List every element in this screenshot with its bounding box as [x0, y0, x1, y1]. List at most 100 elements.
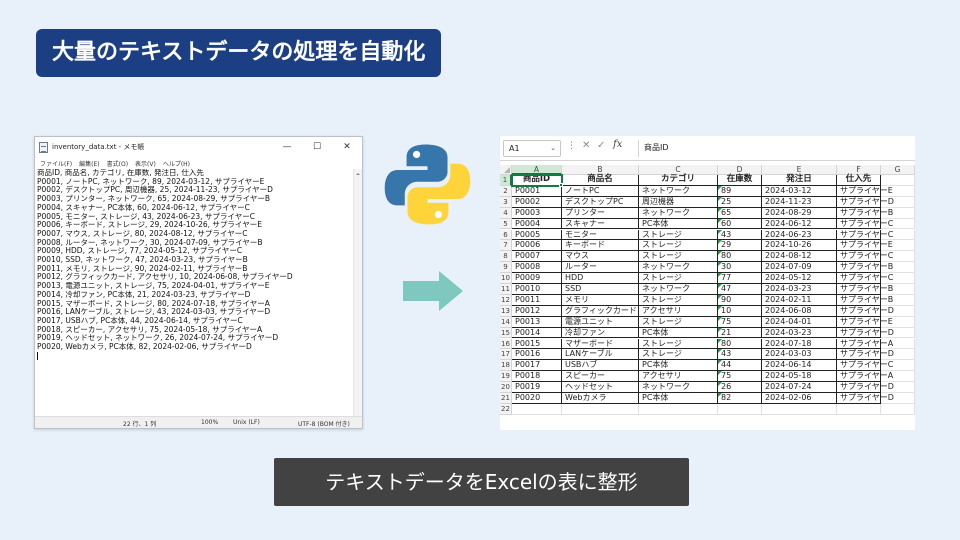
table-cell[interactable]: 47	[718, 284, 762, 295]
table-cell[interactable]: スピーカー	[562, 371, 639, 383]
table-cell[interactable]: P0014	[512, 327, 562, 339]
row-header[interactable]: 17	[500, 349, 512, 361]
table-cell[interactable]: ストレージ	[639, 349, 718, 361]
table-cell[interactable]: 2024-03-23	[762, 327, 837, 339]
table-cell[interactable]: サプライヤーD	[837, 196, 894, 208]
notepad-menu-item[interactable]: 編集(E)	[79, 159, 99, 168]
name-box[interactable]: A1 ⌄	[503, 140, 561, 157]
table-cell[interactable]: P0010	[512, 284, 562, 295]
table-cell[interactable]: 25	[718, 196, 762, 208]
row-header[interactable]: 7	[500, 240, 512, 252]
table-cell[interactable]: アクセサリ	[639, 371, 718, 383]
table-cell[interactable]	[881, 175, 915, 186]
row-header[interactable]: 10	[500, 273, 512, 284]
table-cell[interactable]	[881, 327, 915, 339]
table-cell[interactable]: ネットワーク	[639, 207, 718, 219]
table-cell[interactable]: 10	[718, 305, 762, 317]
notepad-menu-item[interactable]: ファイル(F)	[40, 159, 72, 168]
table-cell[interactable]	[881, 251, 915, 263]
table-cell[interactable]	[881, 393, 915, 404]
table-cell[interactable]: 2024-03-12	[762, 185, 837, 197]
header-cell[interactable]: 商品ID	[512, 174, 562, 186]
table-cell[interactable]	[881, 284, 915, 295]
table-cell[interactable]	[881, 294, 915, 306]
table-cell[interactable]: P0009	[512, 273, 562, 284]
table-cell[interactable]: 75	[718, 371, 762, 383]
table-cell[interactable]: ストレージ	[639, 273, 718, 284]
row-header[interactable]: 13	[500, 305, 512, 317]
row-header[interactable]: 9	[500, 262, 512, 274]
insert-function-icon[interactable]: fx	[613, 139, 622, 150]
table-cell[interactable]: ネットワーク	[639, 262, 718, 274]
table-cell[interactable]: P0011	[512, 294, 562, 306]
table-cell[interactable]: 2024-06-14	[762, 360, 837, 372]
table-cell[interactable]	[881, 218, 915, 230]
table-cell[interactable]: サプライヤーD	[837, 393, 894, 404]
minimize-icon[interactable]: —	[272, 142, 302, 152]
table-cell[interactable]: 2024-07-18	[762, 338, 837, 350]
table-cell[interactable]: サプライヤーC	[837, 360, 893, 372]
table-cell[interactable]: サプライヤーD	[837, 327, 894, 339]
table-cell[interactable]	[881, 316, 915, 328]
table-cell[interactable]: サプライヤーA	[837, 371, 893, 383]
select-all-button[interactable]	[500, 165, 512, 175]
table-cell[interactable]: 80	[718, 251, 762, 263]
enter-check-icon[interactable]: ✓	[597, 140, 605, 151]
table-cell[interactable]	[881, 185, 915, 197]
table-cell[interactable]: 2024-05-18	[762, 371, 837, 383]
notepad-menu-item[interactable]: 書式(O)	[107, 159, 128, 168]
table-cell[interactable]: 2024-08-29	[762, 207, 837, 219]
fill-handle[interactable]	[559, 182, 563, 187]
table-cell[interactable]: サプライヤーD	[837, 349, 894, 361]
row-header[interactable]: 11	[500, 284, 512, 295]
table-cell[interactable]: ストレージ	[639, 251, 718, 263]
table-cell[interactable]: PC本体	[639, 218, 718, 230]
table-cell[interactable]: P0003	[512, 207, 562, 219]
table-cell[interactable]: HDD	[562, 273, 639, 284]
table-cell[interactable]	[881, 229, 915, 241]
table-cell[interactable]: 2024-06-12	[762, 218, 837, 230]
table-cell[interactable]: 2024-06-08	[762, 305, 837, 317]
table-cell[interactable]: Webカメラ	[562, 393, 639, 404]
table-cell[interactable]: PC本体	[639, 327, 718, 339]
header-cell[interactable]: カテゴリ	[639, 174, 718, 186]
table-cell[interactable]: P0013	[512, 316, 562, 328]
row-header[interactable]: 3	[500, 196, 512, 208]
table-cell[interactable]	[881, 240, 915, 252]
table-cell[interactable]: P0018	[512, 371, 562, 383]
table-cell[interactable]: P0007	[512, 251, 562, 263]
table-cell[interactable]: サプライヤーD	[837, 305, 894, 317]
table-cell[interactable]: サプライヤーB	[837, 262, 893, 274]
table-cell[interactable]: 44	[718, 360, 762, 372]
table-cell[interactable]: 2024-07-09	[762, 262, 837, 274]
row-header[interactable]: 20	[500, 382, 512, 393]
row-header[interactable]: 5	[500, 218, 512, 230]
table-cell[interactable]: 82	[718, 393, 762, 404]
row-header[interactable]: 21	[500, 393, 512, 404]
table-cell[interactable]: 2024-02-06	[762, 393, 837, 404]
table-cell[interactable]	[881, 305, 915, 317]
table-cell[interactable]: サプライヤーC	[837, 229, 893, 241]
table-cell[interactable]: サプライヤーE	[837, 240, 893, 252]
column-header-g[interactable]: G	[881, 165, 915, 175]
table-cell[interactable]: モニター	[562, 229, 639, 241]
table-cell[interactable]: サプライヤーB	[837, 207, 893, 219]
table-cell[interactable]: P0006	[512, 240, 562, 252]
row-header[interactable]: 12	[500, 294, 512, 306]
table-cell[interactable]	[837, 403, 881, 415]
table-cell[interactable]: ヘッドセット	[562, 382, 639, 393]
table-cell[interactable]: P0004	[512, 218, 562, 230]
table-cell[interactable]: 2024-03-23	[762, 284, 837, 295]
table-cell[interactable]	[881, 360, 915, 372]
table-cell[interactable]: ネットワーク	[639, 185, 718, 197]
table-cell[interactable]: 周辺機器	[639, 196, 718, 208]
table-cell[interactable]: P0019	[512, 382, 562, 393]
row-header[interactable]: 14	[500, 316, 512, 328]
table-cell[interactable]: P0002	[512, 196, 562, 208]
table-cell[interactable]: 89	[718, 185, 762, 197]
row-header[interactable]: 4	[500, 207, 512, 219]
row-header[interactable]: 1	[500, 175, 512, 186]
row-header[interactable]: 16	[500, 338, 512, 350]
table-cell[interactable]: 電源ユニット	[562, 316, 639, 328]
table-cell[interactable]: グラフィックカード	[562, 305, 639, 317]
